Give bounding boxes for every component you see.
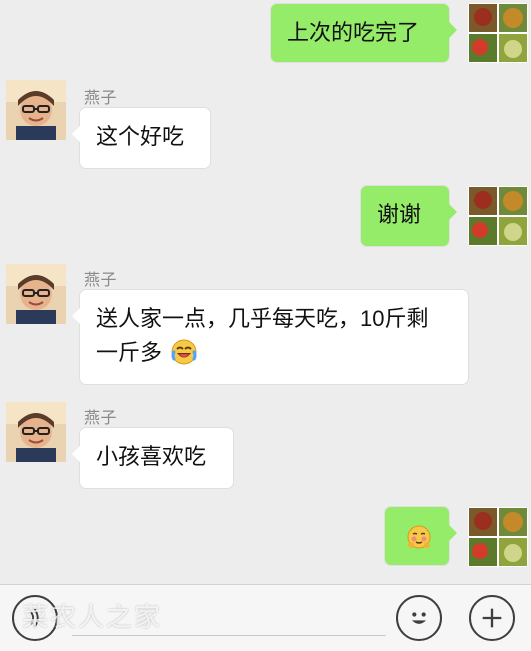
chat-area: 上次的吃完了 燕子 这个好吃 谢谢 燕子 送人家一点，几乎每天吃，10斤剩 一斤… — [0, 0, 531, 585]
message-text-line-2: 一斤多 — [96, 336, 452, 370]
input-toolbar: 菜农人之家 — [0, 584, 531, 651]
message-bubble[interactable] — [385, 507, 457, 565]
person-avatar-icon — [6, 80, 66, 140]
message-received: 燕子 送人家一点，几乎每天吃，10斤剩 一斤多 — [0, 262, 531, 392]
message-received: 燕子 小孩喜欢吃 — [0, 400, 531, 500]
message-bubble[interactable]: 上次的吃完了 — [271, 4, 457, 62]
collage-avatar-icon — [468, 3, 528, 63]
message-text: 上次的吃完了 — [287, 20, 420, 45]
message-text: 小孩喜欢吃 — [96, 444, 207, 469]
avatar[interactable] — [468, 186, 528, 246]
avatar[interactable] — [6, 264, 66, 324]
emoji-button[interactable] — [396, 595, 442, 641]
person-avatar-icon — [6, 264, 66, 324]
message-sent: 谢谢 — [0, 186, 531, 256]
message-bubble[interactable]: 谢谢 — [361, 186, 457, 246]
message-text-line: 送人家一点，几乎每天吃，10斤剩 — [96, 306, 429, 331]
message-sent — [0, 505, 531, 575]
crying-laughing-emoji-icon — [170, 338, 198, 366]
avatar[interactable] — [468, 3, 528, 63]
message-sent: 上次的吃完了 — [0, 0, 531, 70]
voice-icon — [30, 608, 39, 628]
message-input[interactable] — [72, 635, 386, 636]
message-bubble[interactable]: 送人家一点，几乎每天吃，10斤剩 一斤多 — [72, 290, 468, 384]
message-text: 一斤多 — [96, 340, 163, 365]
message-text: 这个好吃 — [96, 124, 185, 149]
sender-name: 燕子 — [84, 272, 118, 289]
voice-button[interactable] — [12, 595, 58, 641]
emoji-icon — [412, 612, 426, 624]
avatar[interactable] — [468, 507, 528, 567]
plus-button[interactable] — [469, 595, 515, 641]
sender-name: 燕子 — [84, 90, 118, 107]
avatar[interactable] — [6, 80, 66, 140]
collage-avatar-icon — [468, 186, 528, 246]
message-bubble[interactable]: 这个好吃 — [72, 108, 210, 168]
message-received: 燕子 这个好吃 — [0, 80, 531, 180]
message-bubble[interactable]: 小孩喜欢吃 — [72, 428, 233, 488]
person-avatar-icon — [6, 402, 66, 462]
avatar[interactable] — [6, 402, 66, 462]
sender-name: 燕子 — [84, 410, 118, 427]
plus-icon — [482, 608, 502, 628]
collage-avatar-icon — [468, 507, 528, 567]
message-text: 谢谢 — [377, 202, 422, 227]
shy-face-emoji-icon — [405, 523, 433, 551]
